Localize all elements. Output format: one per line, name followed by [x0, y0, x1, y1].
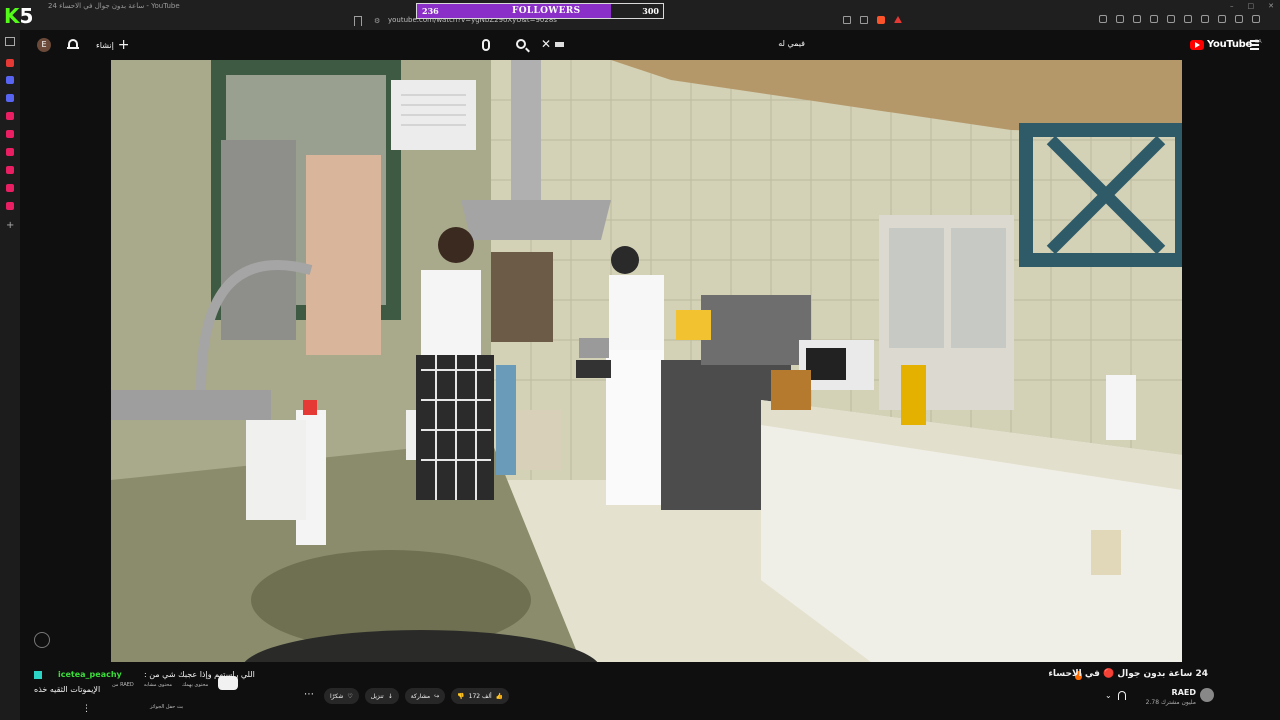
extensions-icon[interactable] [1099, 15, 1107, 23]
notifications-bell-icon[interactable] [67, 38, 79, 52]
channel-name[interactable]: RAED [1172, 688, 1196, 697]
cast-icon[interactable] [843, 16, 851, 24]
voice-search-icon[interactable] [482, 39, 490, 51]
download-button[interactable]: تنزيل ↓ [364, 688, 399, 704]
thanks-button[interactable]: شكرًا ♡ [324, 688, 359, 704]
related-filter-chips: من RAED محتوى مشابه محتوى يهمك [112, 676, 239, 690]
related-video-title[interactable]: بث حفل الجوائز [150, 704, 183, 710]
like-dislike-group[interactable]: 👎 172 ألف 👍 [451, 688, 510, 704]
media-icon[interactable] [1116, 15, 1124, 23]
shortcut-icon-2[interactable] [6, 130, 14, 138]
video-title: 24 ساعة بدون جوال 🔴 في الاحساء [1048, 669, 1208, 679]
sidebar-toggle-icon[interactable] [1167, 15, 1175, 23]
toolbar-icons [1099, 15, 1260, 23]
followers-label: FOLLOWERS [512, 6, 581, 16]
shortcut-icon-1[interactable] [6, 112, 14, 120]
menu-icon[interactable] [1252, 15, 1260, 23]
youtube-play-icon [1190, 39, 1204, 50]
followers-current: 236 [422, 6, 439, 16]
wallet-icon[interactable] [1184, 15, 1192, 23]
user-badge-icon [34, 671, 42, 679]
close-icon[interactable]: ✕ [1268, 2, 1274, 10]
discord-shortcut-icon[interactable] [6, 76, 14, 84]
subscription-bell-icon[interactable] [1118, 691, 1126, 700]
site-settings-icon[interactable]: ⚙ [374, 17, 380, 25]
chat-message-line-1: اللي راستهم وإذا عجبك شي من : [144, 670, 255, 679]
chat-username: icetea_peachy [58, 670, 122, 679]
bookmark-icon[interactable] [354, 16, 362, 26]
download-icon[interactable] [1133, 15, 1141, 23]
dislike-icon[interactable]: 👎 [457, 693, 464, 700]
video-actions: ⋯ شكرًا ♡ تنزيل ↓ مشاركة ↪ 👎 172 ألف 👍 [300, 688, 510, 704]
window-controls: – □ ✕ [1230, 2, 1274, 10]
followers-goal: 300 [642, 6, 659, 16]
more-actions-button[interactable]: ⋯ [300, 688, 318, 704]
brave-rewards-icon[interactable] [894, 16, 902, 23]
discord-shortcut-icon-2[interactable] [6, 94, 14, 102]
channel-avatar[interactable] [1200, 688, 1214, 702]
search-query[interactable]: فيمي له [778, 39, 805, 48]
more-options-icon[interactable]: ⋮ [82, 704, 91, 714]
followers-goal-bar: 236 FOLLOWERS 300 [416, 3, 664, 19]
shortcut-icon-4[interactable] [6, 166, 14, 174]
hamburger-menu-icon[interactable] [1250, 40, 1259, 52]
download-arrow-icon: ↓ [387, 692, 393, 700]
clear-search-icon[interactable]: ✕ [541, 37, 551, 51]
keyboard-icon[interactable] [555, 42, 564, 47]
chip-from-channel[interactable]: من RAED [112, 682, 134, 690]
youtube-header: E إنشاء + ✕ فيمي له YouTube SA [20, 30, 1280, 60]
youtube-shortcut-icon[interactable] [6, 59, 14, 67]
chevron-down-icon[interactable]: ⌄ [1105, 691, 1112, 700]
browser-sidebar: + [0, 30, 20, 720]
subscriber-count: 2.78 مليون مشترك [1145, 699, 1196, 706]
screen: K5 24 ساعة بدون جوال في الاحساء - YouTub… [0, 0, 1280, 720]
thanks-label: شكرًا [330, 692, 344, 700]
share-button[interactable]: مشاركة ↪ [404, 688, 446, 704]
heart-icon: ♡ [347, 692, 353, 700]
search-icon[interactable] [516, 39, 526, 49]
shield-icon[interactable] [1235, 15, 1243, 23]
create-label: إنشاء [96, 40, 114, 50]
create-button[interactable]: إنشاء + [90, 37, 136, 53]
vpn-icon[interactable] [1201, 15, 1209, 23]
add-shortcut-icon[interactable]: + [6, 220, 14, 231]
share-icon[interactable] [860, 16, 868, 24]
channel-watermark-icon[interactable] [34, 632, 50, 648]
account-avatar[interactable]: E [37, 38, 51, 52]
maximize-icon[interactable]: □ [1248, 2, 1255, 10]
shortcut-icon-3[interactable] [6, 148, 14, 156]
search-input[interactable]: فيمي له [555, 37, 805, 53]
music-icon[interactable] [1150, 15, 1158, 23]
chip-similar[interactable]: محتوى مشابه [144, 682, 172, 690]
video-info-bar: icetea_peachy اللي راستهم وإذا عجبك شي م… [20, 662, 1280, 720]
video-player[interactable] [111, 60, 1182, 662]
share-label: مشاركة [410, 692, 431, 700]
chip-for-you[interactable]: محتوى يهمك [182, 682, 208, 690]
extension-icons [843, 16, 902, 24]
download-label: تنزيل [370, 692, 384, 700]
pinterest-shortcut-icon[interactable] [6, 184, 14, 192]
chat-message-line-2: الإيموتات الثقيه خذه [34, 685, 101, 694]
settings-icon[interactable] [1218, 15, 1226, 23]
brave-shields-icon[interactable] [877, 16, 885, 24]
like-icon[interactable]: 👍 [496, 693, 503, 700]
like-count: 172 ألف [468, 692, 492, 700]
youtube-wordmark: YouTube [1207, 39, 1252, 50]
sidebar-panel-icon[interactable] [5, 37, 15, 46]
kick-5-logo: K5 [4, 4, 34, 28]
shortcut-icon-5[interactable] [6, 202, 14, 210]
video-frame [111, 60, 1182, 662]
chip-all[interactable] [218, 676, 239, 690]
tab-title[interactable]: 24 ساعة بدون جوال في الاحساء - YouTube [48, 2, 180, 10]
plus-icon: + [117, 37, 130, 53]
share-arrow-icon: ↪ [434, 692, 440, 700]
minimize-icon[interactable]: – [1230, 2, 1234, 10]
